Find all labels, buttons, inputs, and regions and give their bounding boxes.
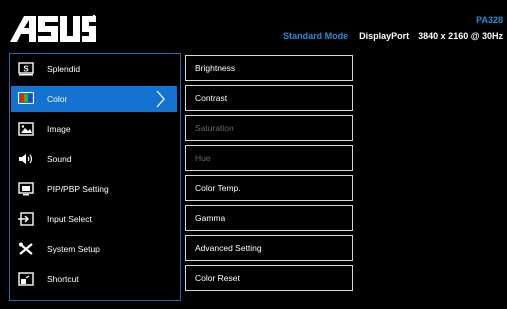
- main-menu: S Splendid Color Image Sound PIP/PBP Set…: [9, 53, 181, 301]
- menu-item-label: Shortcut: [47, 274, 79, 284]
- color-icon: [18, 92, 34, 106]
- submenu-item-advanced-setting[interactable]: Advanced Setting: [185, 235, 353, 261]
- mode-label: Standard Mode: [283, 31, 349, 41]
- menu-item-label: PIP/PBP Setting: [47, 184, 109, 194]
- submenu-item-color-temp[interactable]: Color Temp.: [185, 175, 353, 201]
- asus-logo: [10, 14, 96, 42]
- menu-item-system-setup[interactable]: System Setup: [11, 236, 177, 262]
- tools-icon: [18, 242, 34, 256]
- menu-item-image[interactable]: Image: [11, 116, 177, 142]
- menu-item-splendid[interactable]: S Splendid: [11, 56, 177, 82]
- speaker-icon: [18, 152, 34, 166]
- status-bar: Standard Mode DisplayPort 3840 x 2160 @ 30…: [283, 31, 503, 41]
- splendid-icon: S: [18, 62, 34, 76]
- submenu-item-contrast[interactable]: Contrast: [185, 85, 353, 111]
- menu-item-label: Image: [47, 124, 71, 134]
- menu-item-label: System Setup: [47, 244, 100, 254]
- submenu-item-color-reset[interactable]: Color Reset: [185, 265, 353, 291]
- submenu-item-gamma[interactable]: Gamma: [185, 205, 353, 231]
- menu-item-pip-pbp[interactable]: PIP/PBP Setting: [11, 176, 177, 202]
- menu-item-label: Color: [47, 94, 68, 104]
- menu-item-label: Splendid: [47, 64, 81, 74]
- menu-item-color[interactable]: Color: [11, 86, 177, 112]
- menu-item-label: Input Select: [47, 214, 92, 224]
- submenu-item-brightness[interactable]: Brightness: [185, 55, 353, 81]
- menu-item-input-select[interactable]: Input Select: [11, 206, 177, 232]
- sub-menu: Brightness Contrast Saturation Hue Color…: [185, 53, 355, 299]
- model-name: PA328: [476, 15, 503, 25]
- menu-item-shortcut[interactable]: Shortcut: [11, 266, 177, 292]
- input-label: DisplayPort: [359, 31, 410, 41]
- menu-item-sound[interactable]: Sound: [11, 146, 177, 172]
- image-icon: [18, 122, 34, 136]
- submenu-item-hue: Hue: [185, 145, 353, 171]
- chevron-right-icon: [156, 90, 165, 108]
- submenu-item-saturation: Saturation: [185, 115, 353, 141]
- svg-text:S: S: [23, 65, 29, 74]
- menu-item-label: Sound: [47, 154, 72, 164]
- shortcut-icon: [18, 272, 34, 286]
- pip-icon: [18, 182, 34, 196]
- input-icon: [18, 212, 34, 226]
- resolution-label: 3840 x 2160 @ 30Hz: [418, 31, 503, 41]
